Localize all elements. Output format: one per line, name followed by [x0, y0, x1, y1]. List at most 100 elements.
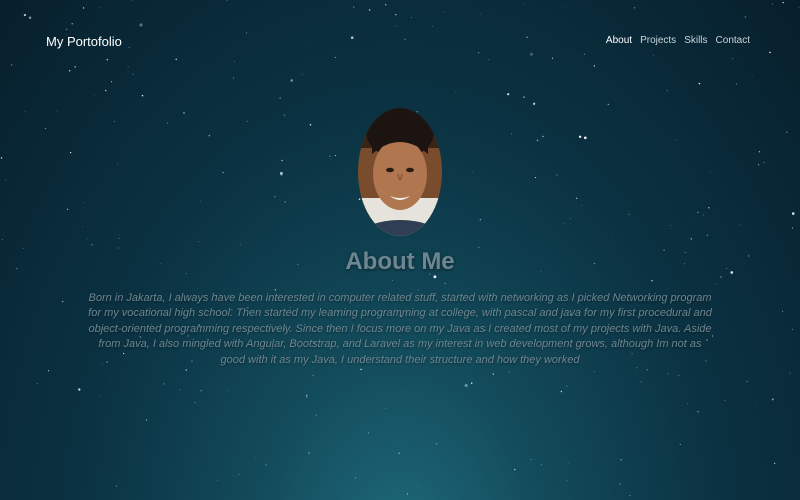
star [628, 213, 630, 216]
star [702, 214, 704, 216]
star [305, 396, 308, 398]
star [714, 283, 716, 285]
star [56, 110, 58, 112]
star [774, 462, 776, 465]
star [94, 94, 96, 96]
nav-link-projects[interactable]: Projects [640, 35, 676, 46]
star [145, 419, 148, 421]
star [61, 300, 64, 303]
star [746, 381, 748, 383]
star [567, 462, 569, 464]
star [198, 241, 199, 242]
star [44, 127, 46, 129]
star [334, 154, 336, 157]
star [354, 477, 356, 479]
star [724, 399, 726, 401]
star [791, 212, 795, 215]
star [593, 371, 595, 372]
star [540, 464, 543, 466]
star [280, 174, 283, 176]
star [274, 196, 276, 198]
star [67, 208, 69, 210]
star [510, 133, 512, 135]
star [508, 371, 510, 373]
star [523, 96, 525, 98]
star [735, 83, 738, 85]
star [5, 179, 7, 181]
star [200, 390, 202, 392]
star [284, 201, 286, 203]
star [758, 151, 761, 153]
star [104, 89, 107, 92]
star [670, 224, 672, 226]
star [24, 111, 26, 112]
star [227, 390, 228, 391]
star [570, 218, 571, 219]
star [1, 239, 3, 241]
profile-avatar [358, 108, 442, 236]
star [47, 370, 50, 372]
star [674, 139, 676, 141]
star [117, 164, 119, 165]
star [418, 485, 419, 487]
star [771, 398, 774, 401]
star [78, 388, 81, 391]
star [576, 197, 578, 199]
star [514, 468, 516, 471]
star [255, 457, 257, 459]
about-description: Born in Jakarta, I always have been inte… [88, 292, 712, 366]
star [265, 463, 267, 466]
star [629, 495, 631, 497]
about-title: About Me [345, 248, 455, 275]
star [697, 411, 699, 413]
star [329, 155, 331, 157]
star [710, 171, 712, 173]
star [756, 400, 758, 402]
star [666, 90, 668, 92]
star [560, 390, 563, 393]
star [697, 211, 699, 214]
star [739, 224, 741, 226]
star [115, 485, 118, 487]
star [646, 368, 648, 371]
star [763, 161, 765, 164]
nav-links: About Projects Skills Contact [606, 35, 750, 46]
star [556, 174, 558, 176]
star [667, 373, 669, 375]
star [507, 93, 510, 96]
star [566, 480, 568, 482]
star [367, 432, 369, 434]
star [492, 373, 494, 375]
nav-link-skills[interactable]: Skills [684, 35, 707, 46]
brand-link[interactable]: My Portofolio [46, 34, 122, 49]
star [534, 177, 537, 179]
nav-link-about[interactable]: About [606, 35, 632, 46]
star [111, 375, 113, 377]
star [246, 120, 248, 122]
star [758, 164, 760, 166]
star [791, 328, 794, 331]
star [786, 131, 788, 133]
star [69, 151, 72, 154]
star [611, 237, 613, 238]
star [82, 226, 83, 228]
star [281, 159, 283, 162]
star [86, 238, 88, 240]
star [233, 474, 235, 476]
star [690, 238, 692, 240]
star [471, 172, 473, 173]
star [114, 121, 116, 122]
star [444, 283, 446, 285]
star [194, 402, 196, 404]
star [479, 219, 481, 221]
star [542, 135, 544, 138]
nav-link-contact[interactable]: Contact [716, 35, 750, 46]
star [385, 407, 386, 409]
star [566, 385, 568, 387]
star [118, 237, 120, 239]
star [782, 310, 784, 312]
star [711, 335, 714, 337]
star [620, 459, 622, 461]
star [692, 216, 693, 217]
star [398, 452, 400, 454]
